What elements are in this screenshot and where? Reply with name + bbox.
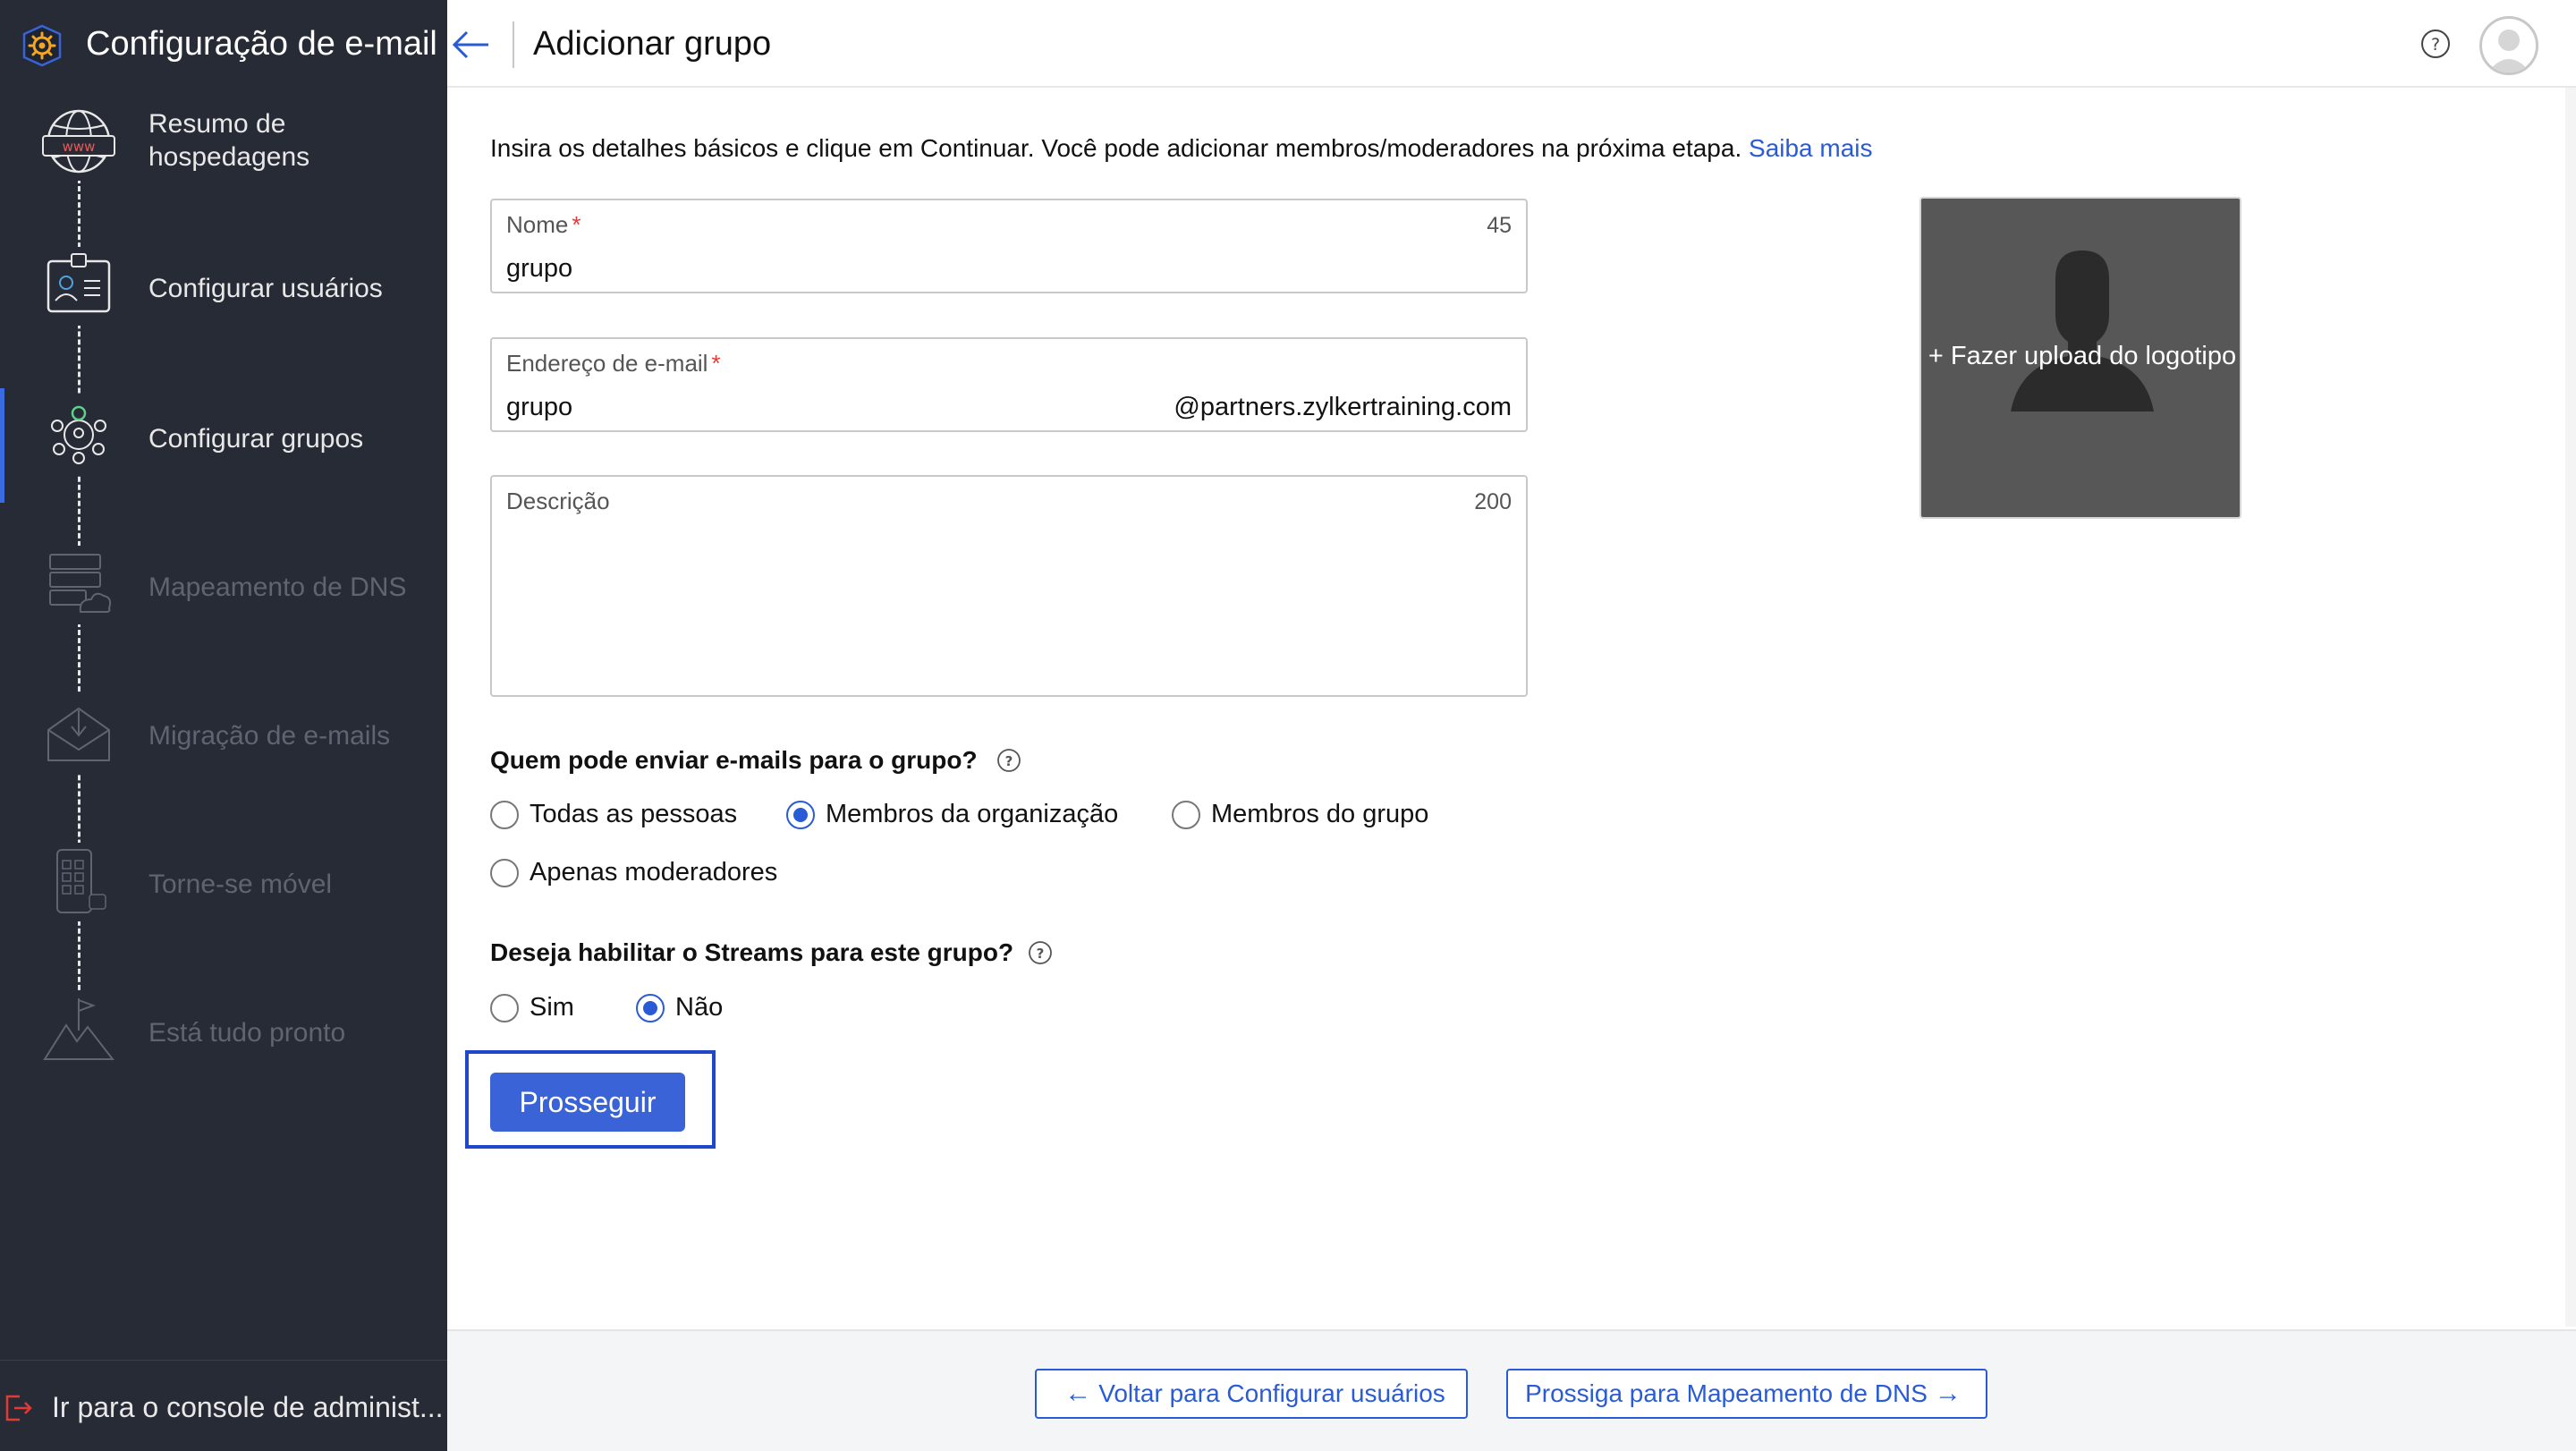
description-label: Descrição: [506, 488, 610, 514]
sidebar-step-dns-mapping: Mapeamento de DNS: [0, 533, 447, 658]
sidebar-step-hosting-summary[interactable]: www Resumo de hospedagens: [0, 98, 447, 224]
radio-button[interactable]: [490, 858, 519, 887]
svg-text:?: ?: [1037, 946, 1045, 962]
sidebar-step-all-set: Está tudo pronto: [0, 979, 447, 1104]
sidebar: Configuração de e-mail www Resumo de hos…: [0, 0, 447, 1451]
user-avatar-icon: [2487, 30, 2530, 72]
mountain-flag-icon: [39, 991, 118, 1070]
name-input[interactable]: grupo: [506, 254, 572, 284]
admin-console-label: Ir para o console de administ...: [52, 1391, 444, 1423]
scrollbar[interactable]: [2565, 88, 2576, 1327]
streams-question: Deseja habilitar o Streams para este gru…: [490, 938, 1053, 967]
sidebar-step-mail-migration: Migração de e-mails: [0, 682, 447, 807]
next-dns-button[interactable]: Prossiga para Mapeamento de DNS →: [1506, 1369, 1987, 1419]
radio-button[interactable]: [490, 800, 519, 829]
radio-label: Sim: [530, 993, 574, 1022]
active-step-indicator: [0, 388, 4, 503]
mail-migration-icon: [39, 694, 118, 773]
page-title: Adicionar grupo: [533, 25, 772, 63]
sidebar-step-label: Configurar grupos: [148, 424, 364, 454]
arrow-right-icon: →: [1934, 1379, 1962, 1408]
sidebar-step-configure-groups[interactable]: Configurar grupos: [0, 385, 447, 510]
help-icon[interactable]: ?: [1028, 940, 1053, 965]
back-to-users-button[interactable]: ← Voltar para Configurar usuários: [1035, 1369, 1468, 1419]
app-title: Configuração de e-mail: [86, 25, 437, 63]
back-to-users-label: Voltar para Configurar usuários: [1098, 1379, 1445, 1407]
brand: Configuração de e-mail: [0, 0, 447, 89]
back-arrow-icon[interactable]: [449, 25, 492, 64]
email-input[interactable]: grupo: [506, 393, 572, 422]
proceed-button[interactable]: Prosseguir: [490, 1073, 685, 1132]
name-label-text: Nome: [506, 211, 569, 238]
radio-org-members[interactable]: Membros da organização: [786, 800, 1118, 829]
www-globe-icon: www: [39, 102, 118, 181]
sidebar-step-label: Mapeamento de DNS: [148, 573, 407, 602]
email-label-text: Endereço de e-mail: [506, 350, 708, 377]
intro-description: Insira os detalhes básicos e clique em C…: [490, 134, 1742, 162]
radio-button[interactable]: [1172, 800, 1200, 829]
radio-streams-no[interactable]: Não: [636, 993, 723, 1022]
radio-moderators-only[interactable]: Apenas moderadores: [490, 858, 777, 887]
radio-label: Membros da organização: [826, 800, 1119, 828]
exit-icon: [5, 1395, 32, 1421]
radio-streams-yes[interactable]: Sim: [490, 993, 574, 1022]
help-icon[interactable]: ?: [2420, 29, 2451, 59]
header-divider: [513, 21, 514, 68]
sidebar-step-configure-users[interactable]: Configurar usuários: [0, 247, 447, 372]
intro-text: Insira os detalhes básicos e clique em C…: [490, 134, 1873, 163]
logo-upload[interactable]: + Fazer upload do logotipo: [1919, 197, 2241, 519]
sidebar-step-label: Configurar usuários: [148, 274, 383, 303]
description-field[interactable]: Descrição 200: [490, 475, 1528, 697]
name-char-counter: 45: [1487, 213, 1512, 238]
radio-button-selected[interactable]: [636, 993, 665, 1022]
mobile-apps-icon: [39, 843, 118, 921]
radio-group-members[interactable]: Membros do grupo: [1172, 800, 1428, 829]
who-can-send-question: Quem pode enviar e-mails para o grupo? ?: [490, 746, 1021, 775]
email-settings-gear-icon: [22, 24, 62, 67]
radio-everyone[interactable]: Todas as pessoas: [490, 800, 737, 829]
required-marker: *: [572, 211, 581, 238]
next-dns-label: Prossiga para Mapeamento de DNS: [1525, 1379, 1928, 1407]
upload-logo-label: + Fazer upload do logotipo: [1928, 342, 2237, 370]
email-domain-suffix: @partners.zylkertraining.com: [1174, 393, 1512, 421]
radio-label: Membros do grupo: [1211, 800, 1429, 828]
radio-button-selected[interactable]: [786, 800, 815, 829]
who-can-send-label: Quem pode enviar e-mails para o grupo?: [490, 746, 978, 774]
group-network-icon: [39, 395, 118, 474]
avatar[interactable]: [2479, 16, 2538, 75]
learn-more-link[interactable]: Saiba mais: [1749, 134, 1873, 162]
email-field[interactable]: Endereço de e-mail * grupo @partners.zylk…: [490, 337, 1528, 432]
svg-text:?: ?: [2431, 35, 2440, 55]
admin-console-link[interactable]: Ir para o console de administ...: [0, 1360, 447, 1451]
dns-server-icon: [39, 546, 118, 624]
radio-button[interactable]: [490, 993, 519, 1022]
svg-text:?: ?: [1005, 753, 1013, 769]
streams-label: Deseja habilitar o Streams para este gru…: [490, 938, 1014, 966]
sidebar-step-go-mobile: Torne-se móvel: [0, 830, 447, 955]
help-icon[interactable]: ?: [996, 748, 1021, 773]
name-label: Nome *: [506, 211, 580, 239]
description-char-counter: 200: [1474, 489, 1512, 514]
radio-label: Apenas moderadores: [530, 858, 778, 887]
user-card-icon: [39, 247, 118, 326]
sidebar-step-label: Está tudo pronto: [148, 1018, 346, 1048]
name-field[interactable]: Nome * 45 grupo: [490, 199, 1528, 293]
svg-text:www: www: [63, 139, 96, 155]
sidebar-step-label: Migração de e-mails: [148, 721, 391, 751]
radio-label: Não: [675, 993, 724, 1022]
sidebar-step-label: Torne-se móvel: [148, 870, 333, 899]
email-label: Endereço de e-mail *: [506, 350, 721, 378]
radio-label: Todas as pessoas: [530, 800, 738, 828]
required-marker: *: [711, 350, 721, 377]
arrow-left-icon: ←: [1064, 1379, 1092, 1408]
sidebar-step-label: Resumo de hospedagens: [148, 109, 310, 172]
